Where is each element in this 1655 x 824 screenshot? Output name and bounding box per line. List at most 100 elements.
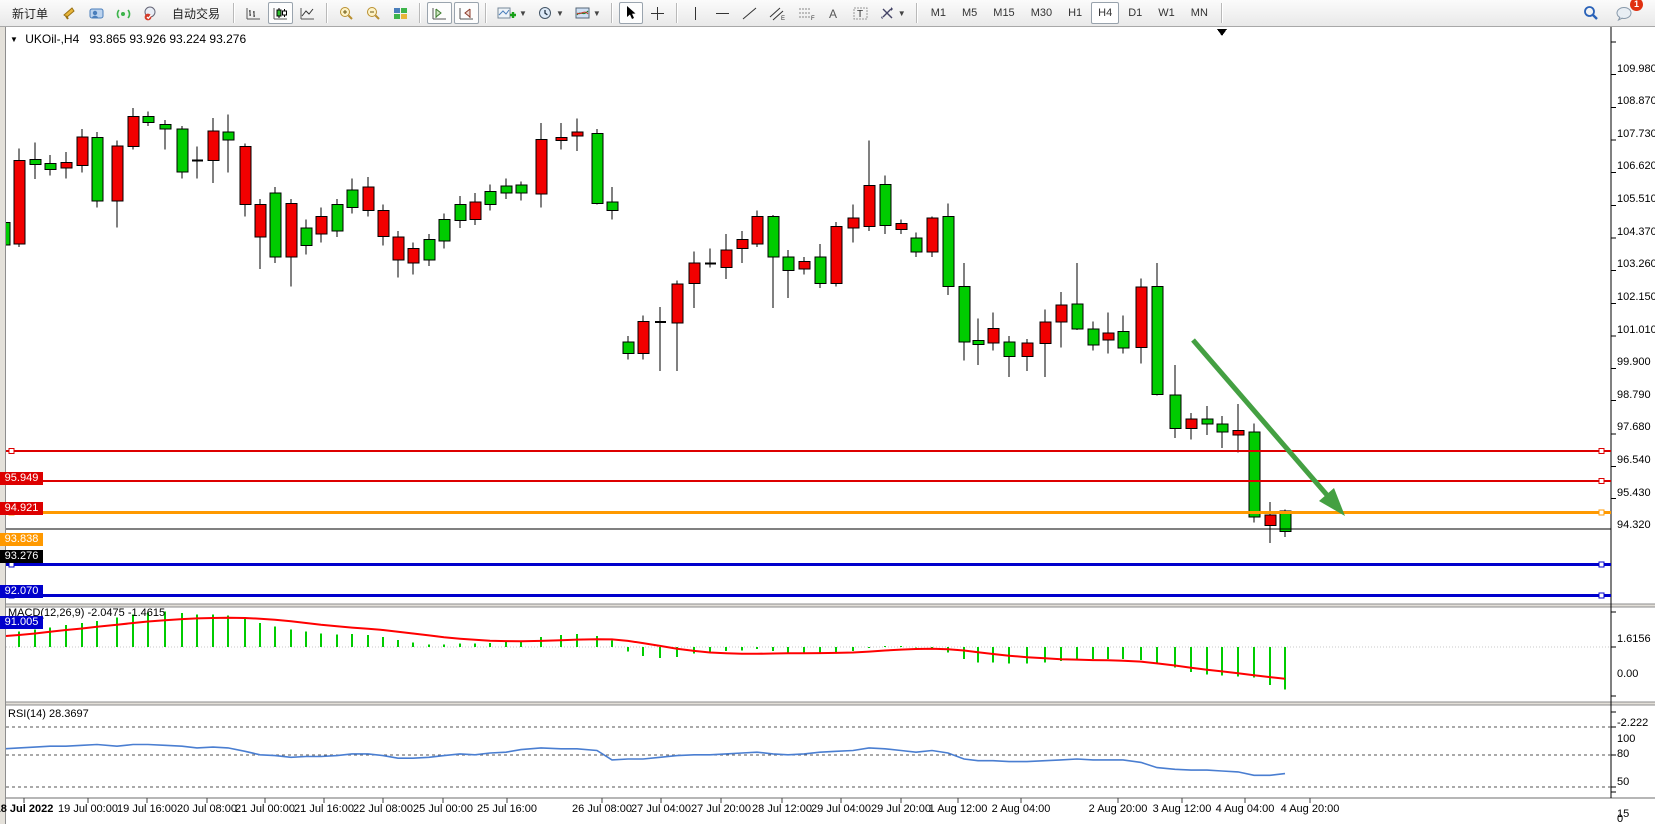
text-icon[interactable]: A bbox=[822, 2, 846, 24]
time-axis-label: 18 Jul 2022 bbox=[0, 803, 53, 815]
timeframe-button-d1[interactable]: D1 bbox=[1121, 2, 1149, 24]
candle bbox=[240, 144, 251, 217]
price-badge: 95.949 bbox=[0, 472, 43, 485]
time-axis-label: 22 Jul 08:00 bbox=[353, 803, 413, 815]
candle bbox=[864, 141, 875, 231]
timeframe-button-h1[interactable]: H1 bbox=[1061, 2, 1089, 24]
profile-icon[interactable] bbox=[84, 2, 109, 24]
line-handle[interactable] bbox=[9, 449, 14, 454]
search-icon[interactable] bbox=[1578, 2, 1604, 24]
candle bbox=[192, 146, 203, 178]
candle bbox=[516, 181, 527, 200]
new-order-button[interactable]: 新订单 bbox=[5, 2, 55, 24]
price-axis-tick: 107.730 bbox=[1617, 128, 1655, 140]
candle bbox=[1103, 313, 1114, 354]
candle bbox=[607, 187, 618, 219]
price-badge: 94.921 bbox=[0, 502, 43, 515]
macd-axis-tick: 0.00 bbox=[1617, 668, 1638, 680]
time-axis-label: 29 Jul 20:00 bbox=[871, 803, 931, 815]
candle bbox=[77, 129, 88, 173]
timeframe-button-w1[interactable]: W1 bbox=[1151, 2, 1182, 24]
time-axis-label: 29 Jul 04:00 bbox=[811, 803, 871, 815]
price-axis-tick: 108.870 bbox=[1617, 95, 1655, 107]
candle bbox=[1072, 263, 1083, 330]
toolbar-separator bbox=[485, 3, 487, 23]
time-axis-label: 1 Aug 12:00 bbox=[929, 803, 988, 815]
zoom-in-icon[interactable] bbox=[334, 2, 359, 24]
candle bbox=[705, 249, 716, 268]
candle bbox=[783, 250, 794, 298]
tile-windows-icon[interactable] bbox=[388, 2, 413, 24]
time-axis-label: 19 Jul 16:00 bbox=[117, 803, 177, 815]
time-axis-label: 27 Jul 20:00 bbox=[691, 803, 751, 815]
candle bbox=[439, 214, 450, 249]
time-axis-label: 20 Jul 08:00 bbox=[177, 803, 237, 815]
candle bbox=[1056, 292, 1067, 347]
channel-icon[interactable]: E bbox=[764, 2, 791, 24]
crosshair-icon[interactable] bbox=[645, 2, 670, 24]
expert-horn-icon[interactable] bbox=[57, 2, 82, 24]
shift-end-icon[interactable] bbox=[427, 2, 452, 24]
cursor-icon[interactable] bbox=[619, 2, 643, 24]
candlestick-icon[interactable] bbox=[268, 2, 293, 24]
periods-clock-icon[interactable]: ▼ bbox=[533, 2, 568, 24]
price-badge: 93.838 bbox=[0, 533, 43, 546]
toolbar: 新订单 自动交易 bbox=[0, 0, 1655, 27]
shapes-icon[interactable]: ▼ bbox=[875, 2, 910, 24]
candle bbox=[208, 118, 219, 183]
candle bbox=[332, 199, 343, 237]
candle bbox=[470, 193, 481, 225]
line-chart-icon[interactable] bbox=[295, 2, 320, 24]
toolbar-separator bbox=[611, 3, 613, 23]
timeframe-button-mn[interactable]: MN bbox=[1184, 2, 1215, 24]
price-axis-tick: 95.430 bbox=[1617, 487, 1651, 499]
candle bbox=[270, 187, 281, 263]
candle bbox=[959, 263, 970, 361]
price-axis-tick: 96.540 bbox=[1617, 454, 1651, 466]
indicators-icon[interactable]: ▼ bbox=[493, 2, 531, 24]
signals-icon[interactable] bbox=[111, 2, 136, 24]
price-axis-tick: 102.150 bbox=[1617, 291, 1655, 303]
line-handle[interactable] bbox=[1599, 449, 1604, 454]
line-handle[interactable] bbox=[1599, 510, 1604, 515]
text-label-icon[interactable]: T bbox=[848, 2, 873, 24]
candle bbox=[1233, 404, 1244, 452]
toolbar-separator bbox=[233, 3, 235, 23]
price-axis-tick: 98.790 bbox=[1617, 389, 1651, 401]
timeframe-button-m30[interactable]: M30 bbox=[1024, 2, 1059, 24]
candle bbox=[752, 211, 763, 248]
horizontal-line-icon[interactable] bbox=[710, 2, 735, 24]
rsi-indicator-label: RSI(14) 28.3697 bbox=[8, 708, 89, 720]
auto-scroll-icon[interactable] bbox=[454, 2, 479, 24]
candle bbox=[424, 234, 435, 266]
time-axis-label: 19 Jul 00:00 bbox=[58, 803, 118, 815]
timeframe-button-m5[interactable]: M5 bbox=[955, 2, 984, 24]
candle bbox=[880, 176, 891, 234]
toolbar-separator bbox=[326, 3, 328, 23]
candle bbox=[1004, 336, 1015, 377]
line-handle[interactable] bbox=[1599, 593, 1604, 598]
autotrade-button[interactable]: 自动交易 bbox=[165, 2, 227, 24]
fibonacci-icon[interactable]: F bbox=[793, 2, 820, 24]
bar-chart-icon[interactable] bbox=[241, 2, 266, 24]
zoom-out-icon[interactable] bbox=[361, 2, 386, 24]
timeframe-button-m15[interactable]: M15 bbox=[986, 2, 1021, 24]
line-handle[interactable] bbox=[1599, 479, 1604, 484]
rsi-line bbox=[4, 745, 1285, 776]
line-handle[interactable] bbox=[1599, 562, 1604, 567]
chart-canvas[interactable] bbox=[0, 27, 1655, 824]
autotrade-icon[interactable] bbox=[138, 2, 163, 24]
candle bbox=[177, 126, 188, 179]
vertical-line-icon[interactable] bbox=[684, 2, 708, 24]
candle bbox=[45, 155, 56, 176]
trendline-icon[interactable] bbox=[737, 2, 762, 24]
chat-icon[interactable]: 1 bbox=[1611, 2, 1637, 24]
candle bbox=[1249, 423, 1260, 522]
timeframe-button-m1[interactable]: M1 bbox=[924, 2, 953, 24]
templates-icon[interactable]: ▼ bbox=[570, 2, 605, 24]
price-axis-tick: 97.680 bbox=[1617, 421, 1651, 433]
chart-menu-icon[interactable]: ▼ bbox=[10, 35, 18, 44]
chart-title: ▼ UKOil-,H4 93.865 93.926 93.224 93.276 bbox=[10, 32, 246, 46]
time-axis-label: 25 Jul 16:00 bbox=[477, 803, 537, 815]
timeframe-button-h4[interactable]: H4 bbox=[1091, 2, 1119, 24]
